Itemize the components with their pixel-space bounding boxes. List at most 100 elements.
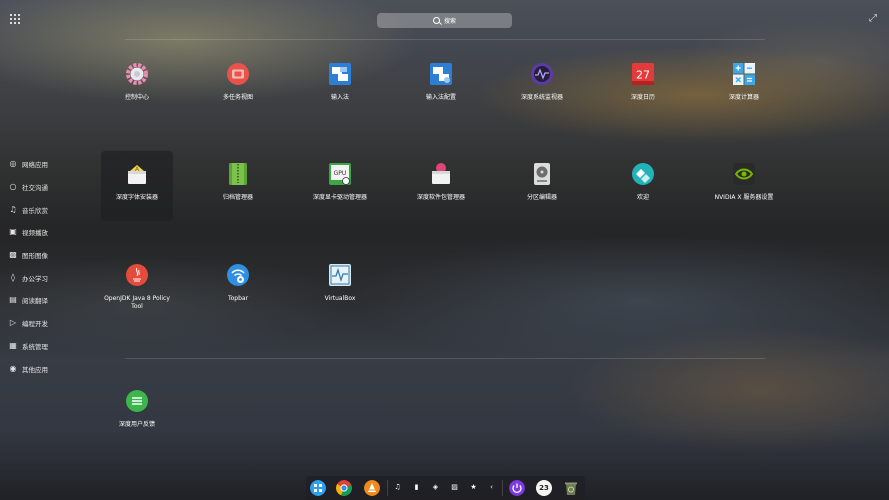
sidebar-item-label: 社交沟通 bbox=[22, 184, 48, 193]
section-divider-middle bbox=[125, 358, 765, 359]
app-virtualbox[interactable]: VirtualBox bbox=[304, 252, 376, 322]
sidebar-item-label: 编程开发 bbox=[22, 320, 48, 329]
app-input-method[interactable]: 输入法 bbox=[304, 51, 376, 121]
sidebar-item-label: 视频播放 bbox=[22, 229, 48, 238]
app-calendar[interactable]: 27 深度日历 bbox=[607, 51, 679, 121]
launcher-icon[interactable] bbox=[310, 480, 326, 496]
sidebar-item-graphics[interactable]: ▩ 图形图像 bbox=[8, 244, 48, 267]
video-icon: ▣ bbox=[9, 227, 17, 237]
app-archive-manager[interactable]: 归档管理器 bbox=[202, 151, 274, 221]
multitask-view-icon bbox=[227, 63, 249, 85]
globe-icon: ◎ bbox=[9, 159, 17, 169]
volume-icon[interactable]: ♫ bbox=[392, 482, 403, 493]
app-label: 深度用户反馈 bbox=[118, 421, 155, 428]
sidebar-item-others[interactable]: ◉ 其他应用 bbox=[8, 357, 49, 380]
app-label: 深度日历 bbox=[630, 94, 655, 101]
minimize-launcher-icon[interactable]: ⤢ bbox=[867, 13, 879, 25]
app-label: 深度字体安装器 bbox=[115, 194, 158, 201]
app-gpu-driver-manager[interactable]: GPU 深度显卡驱动管理器 bbox=[304, 151, 376, 221]
app-label: 输入法 bbox=[330, 94, 349, 101]
package-manager-icon bbox=[432, 163, 450, 184]
app-label: 分区编辑器 bbox=[526, 194, 557, 201]
keyboard-icon[interactable]: ▨ bbox=[449, 482, 460, 493]
app-user-feedback[interactable]: 深度用户反馈 bbox=[101, 378, 173, 448]
app-label: 深度计算器 bbox=[728, 94, 759, 101]
app-label: 深度软件包管理器 bbox=[416, 194, 465, 201]
more-icon: ◉ bbox=[9, 363, 17, 373]
java-policy-tool-icon bbox=[126, 264, 148, 286]
search-input[interactable]: 搜索 bbox=[377, 13, 512, 28]
virtualbox-icon bbox=[329, 264, 351, 286]
sidebar-item-video[interactable]: ▣ 视频播放 bbox=[8, 221, 48, 244]
app-label: Topbar bbox=[227, 295, 249, 302]
vlc-icon[interactable] bbox=[364, 480, 380, 496]
control-center-icon bbox=[126, 63, 148, 85]
input-method-config-icon bbox=[430, 63, 452, 85]
app-multitask-view[interactable]: 多任务视图 bbox=[202, 51, 274, 121]
app-label: NVIDIA X 服务器设置 bbox=[714, 194, 774, 201]
sidebar-item-label: 阅读翻译 bbox=[22, 297, 48, 306]
user-feedback-icon bbox=[126, 390, 148, 412]
app-welcome[interactable]: 欢迎 bbox=[607, 151, 679, 221]
input-method-icon bbox=[329, 63, 351, 85]
dock: ♫ ▮ ◈ ▨ ★ ‹ 23 bbox=[306, 476, 585, 500]
search-placeholder: 搜索 bbox=[443, 18, 456, 25]
system-monitor-icon bbox=[531, 63, 553, 85]
app-label: 深度显卡驱动管理器 bbox=[312, 194, 367, 201]
archive-manager-icon bbox=[229, 163, 247, 185]
app-label: OpenJDK Java 8 Policy Tool bbox=[104, 295, 170, 310]
app-system-monitor[interactable]: 深度系统监视器 bbox=[506, 51, 578, 121]
sidebar-item-label: 音乐欣赏 bbox=[22, 206, 48, 215]
sidebar-item-label: 其他应用 bbox=[22, 365, 48, 374]
sidebar-item-network[interactable]: ◎ 网络应用 bbox=[8, 153, 49, 176]
sidebar-item-music[interactable]: ♫ 音乐欣赏 bbox=[8, 198, 48, 221]
office-icon: ◊ bbox=[11, 272, 15, 282]
app-label: 多任务视图 bbox=[222, 94, 253, 101]
sidebar-item-system[interactable]: ▦ 系统管理 bbox=[8, 335, 48, 358]
app-font-installer[interactable]: A 深度字体安装器 bbox=[101, 151, 173, 221]
app-label: 深度系统监视器 bbox=[520, 94, 563, 101]
wifi-icon[interactable]: ◈ bbox=[430, 482, 441, 493]
app-label: 控制中心 bbox=[124, 94, 149, 101]
app-control-center[interactable]: 控制中心 bbox=[101, 51, 173, 121]
input-tray-icon[interactable]: ★ bbox=[468, 482, 479, 493]
sidebar-item-label: 网络应用 bbox=[22, 161, 48, 170]
app-topbar[interactable]: Topbar bbox=[202, 252, 274, 322]
category-sidebar: ◎ 网络应用 ○ 社交沟通 ♫ 音乐欣赏 ▣ 视频播放 ▩ 图形图像 ◊ 办公学… bbox=[8, 153, 48, 380]
app-label: 欢迎 bbox=[636, 194, 649, 201]
system-icon: ▦ bbox=[9, 340, 17, 350]
calendar-icon: 27 bbox=[632, 63, 654, 85]
app-package-manager[interactable]: 深度软件包管理器 bbox=[405, 151, 477, 221]
dock-separator bbox=[502, 480, 503, 496]
app-label: 输入法配置 bbox=[425, 94, 456, 101]
font-installer-icon: A bbox=[128, 165, 146, 184]
trash-icon[interactable] bbox=[563, 480, 579, 496]
search-icon bbox=[432, 17, 440, 24]
app-input-method-config[interactable]: 输入法配置 bbox=[405, 51, 477, 121]
image-icon: ▩ bbox=[9, 250, 17, 260]
chat-icon: ○ bbox=[9, 182, 17, 192]
gpu-driver-manager-icon: GPU bbox=[329, 163, 351, 185]
code-icon: ▷ bbox=[9, 318, 17, 328]
app-partition-editor[interactable]: 分区编辑器 bbox=[506, 151, 578, 221]
sidebar-item-label: 办公学习 bbox=[22, 274, 48, 283]
sidebar-item-development[interactable]: ▷ 编程开发 bbox=[8, 312, 48, 335]
chrome-icon[interactable] bbox=[336, 480, 352, 496]
battery-icon[interactable]: ▮ bbox=[411, 482, 422, 493]
power-icon[interactable] bbox=[509, 480, 525, 496]
app-nvidia-settings[interactable]: NVIDIA X 服务器设置 bbox=[708, 151, 780, 221]
sidebar-item-social[interactable]: ○ 社交沟通 bbox=[8, 176, 49, 199]
app-java-policy-tool[interactable]: OpenJDK Java 8 Policy Tool bbox=[101, 252, 173, 322]
gpu-badge: GPU bbox=[334, 170, 347, 177]
book-icon: ▤ bbox=[9, 295, 17, 305]
category-mode-icon[interactable] bbox=[10, 14, 20, 24]
calendar-day: 27 bbox=[636, 69, 650, 82]
topbar-icon bbox=[227, 264, 249, 286]
sidebar-item-office[interactable]: ◊ 办公学习 bbox=[8, 266, 48, 289]
clock-widget[interactable]: 23 bbox=[536, 480, 552, 496]
app-calculator[interactable]: 深度计算器 bbox=[708, 51, 780, 121]
dock-separator bbox=[387, 480, 388, 496]
sidebar-item-reading[interactable]: ▤ 阅读翻译 bbox=[8, 289, 48, 312]
sidebar-item-label: 系统管理 bbox=[22, 342, 48, 351]
collapse-left-icon[interactable]: ‹ bbox=[486, 482, 497, 493]
